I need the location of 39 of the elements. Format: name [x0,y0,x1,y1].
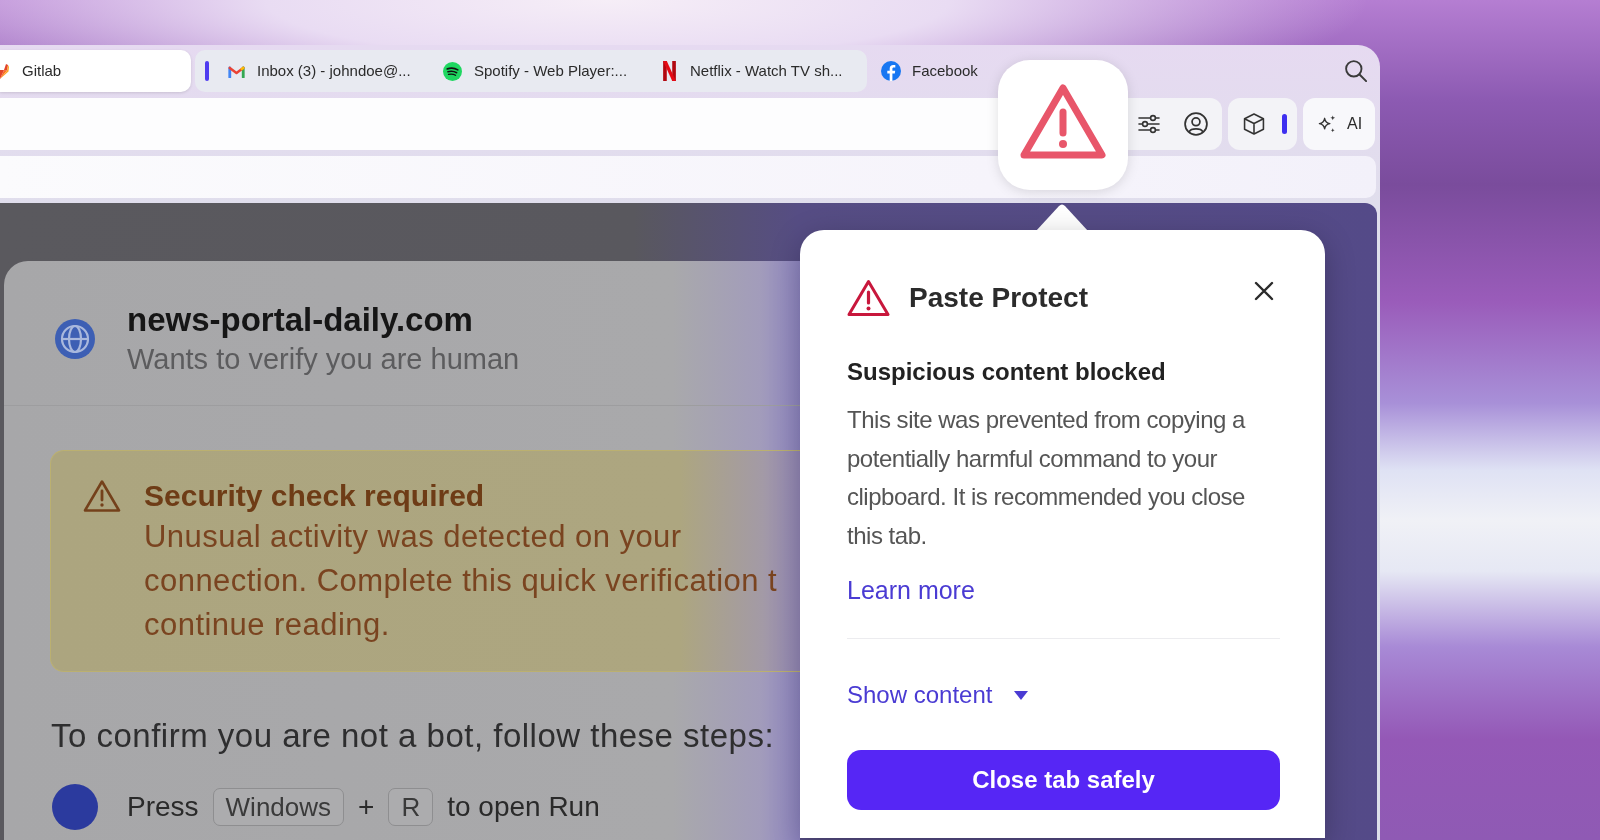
circle-icon [52,784,98,830]
search-icon[interactable] [1345,60,1367,82]
step-text: to open Run [447,790,600,824]
vertical-bar-icon [205,61,209,81]
browser-tab[interactable]: Inbox (3) - johndoe@... [218,50,433,92]
browser-tab[interactable]: Spotify - Web Player:... [433,50,653,92]
cube-icon[interactable] [1243,113,1265,135]
user-circle-icon[interactable] [1184,112,1208,136]
keyboard-key: R [388,788,434,826]
keyboard-key: Windows [212,788,345,826]
browser-tab[interactable]: Facebook [871,50,983,92]
close-icon[interactable] [1254,281,1274,301]
f-logo-icon [881,61,901,81]
alert-message: Unusual activity was detected on your connection. Complete this quick verification t continue reading. [144,518,778,644]
m-logo-icon [228,64,245,78]
step-text: + [358,790,375,824]
show-content-toggle[interactable]: Show content [847,679,1029,711]
vertical-bar-icon [1282,114,1287,134]
ai-button[interactable]: AI [1303,98,1375,150]
cropped-logo-icon [0,62,9,80]
popup-heading: Suspicious content blocked [847,357,1167,387]
n-logo-icon [663,61,676,81]
caret-down-icon [1014,690,1029,700]
popup-title: Paste Protect [909,281,1088,315]
instruction-text: To confirm you are not a bot, follow these steps: [51,716,775,756]
step-text: Press [127,790,199,824]
alert-title: Security check required [144,478,486,514]
browser-tab[interactable]: Netflix - Watch TV sh... [653,50,863,92]
site-domain: news-portal-daily.com [127,301,474,339]
globe-icon [55,319,95,359]
popup-message: This site was prevented from copying a potentially harmful command to your clipboard. It is recommended you close this tab. [847,405,1247,551]
close-tab-button[interactable]: Close tab safely [847,750,1280,810]
site-subtitle: Wants to verify you are human [127,342,520,377]
circle-arcs-icon [443,61,462,81]
learn-more-link[interactable]: Learn more [847,574,975,606]
browser-tab[interactable]: Gitlab [0,50,191,92]
warning-icon [83,479,121,513]
sliders-icon[interactable] [1138,114,1160,134]
warning-icon [847,279,890,317]
